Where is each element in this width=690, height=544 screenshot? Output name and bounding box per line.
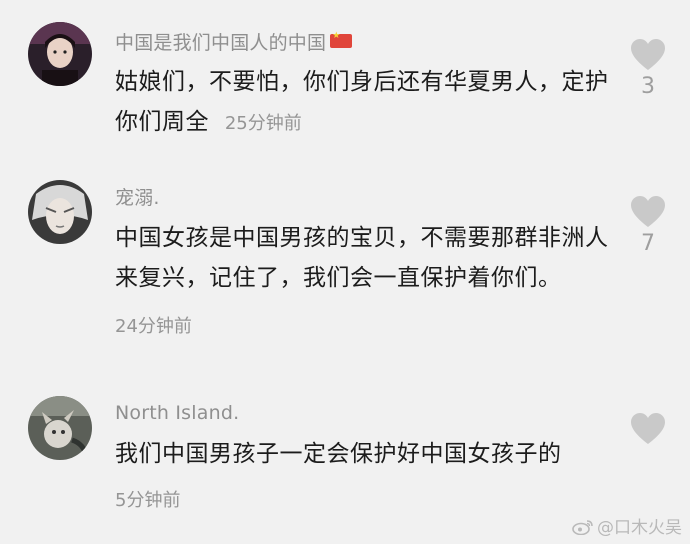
comment-text-line-content: 你们周全 <box>115 109 209 135</box>
comment-text-line: 来复兴，记住了，我们会一直保护着你们。 <box>115 265 562 291</box>
avatar[interactable] <box>28 180 92 244</box>
avatar-image-icon <box>28 22 92 86</box>
watermark-text: @口木火吴 <box>597 518 682 538</box>
comment-timestamp: 24分钟前 <box>115 316 192 337</box>
comment-username[interactable]: 中国是我们中国人的中国 <box>115 28 353 55</box>
avatar[interactable] <box>28 22 92 86</box>
comment-text: 姑娘们，不要怕，你们身后还有华夏男人，定护 你们周全 25分钟前 <box>115 62 615 144</box>
china-flag-icon <box>330 31 353 48</box>
comment-timestamp: 5分钟前 <box>115 490 181 511</box>
watermark: @口木火吴 <box>572 513 682 538</box>
like-button[interactable]: 7 <box>628 195 668 256</box>
like-count: 7 <box>641 231 655 256</box>
comment-timestamp: 25分钟前 <box>224 113 302 134</box>
comment-text-line: 我们中国男孩子一定会保护好中国女孩子的 <box>115 441 562 467</box>
comment-text-line: 中国女孩是中国男孩的宝贝，不需要那群非洲人 <box>115 225 609 251</box>
like-button[interactable] <box>628 412 668 446</box>
username-text[interactable]: 中国是我们中国人的中国 <box>115 32 326 54</box>
comment-username[interactable]: North Island. <box>115 402 239 424</box>
weibo-icon <box>572 520 593 535</box>
heart-icon[interactable] <box>630 195 666 229</box>
comment-username[interactable]: 宠溺. <box>115 183 160 210</box>
comment-text: 我们中国男孩子一定会保护好中国女孩子的 <box>115 434 615 474</box>
heart-icon[interactable] <box>630 38 666 72</box>
avatar-image-icon <box>28 396 92 460</box>
comment-text-line: 你们周全 25分钟前 <box>115 102 615 144</box>
like-button[interactable]: 3 <box>628 38 668 99</box>
avatar[interactable] <box>28 396 92 460</box>
comment-text-line: 姑娘们，不要怕，你们身后还有华夏男人，定护 <box>115 69 609 95</box>
comment-text: 中国女孩是中国男孩的宝贝，不需要那群非洲人 来复兴，记住了，我们会一直保护着你们… <box>115 218 615 298</box>
like-count: 3 <box>641 74 655 99</box>
heart-icon[interactable] <box>630 412 666 446</box>
avatar-image-icon <box>28 180 92 244</box>
